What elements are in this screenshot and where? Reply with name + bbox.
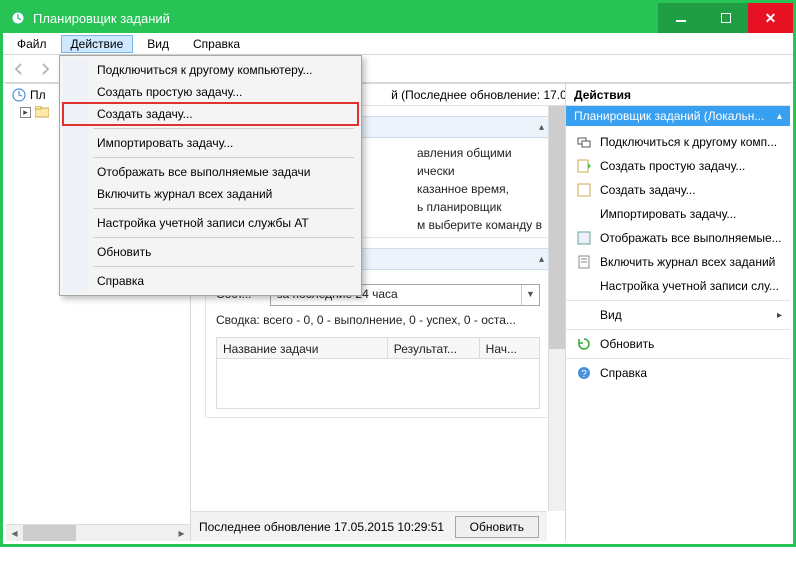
log-icon (576, 254, 592, 270)
menu-item-help[interactable]: Справка (63, 270, 358, 292)
task-icon (576, 182, 592, 198)
action-label: Включить журнал всех заданий (600, 255, 775, 269)
action-label: Справка (600, 366, 647, 380)
action-label: Настройка учетной записи слу... (600, 279, 779, 293)
refresh-button[interactable]: Обновить (455, 516, 539, 538)
nav-forward-button[interactable] (33, 58, 57, 80)
menu-item-connect[interactable]: Подключиться к другому компьютеру... (63, 59, 358, 81)
app-window: Планировщик заданий ✕ Файл Действие Вид … (0, 0, 796, 547)
col-result[interactable]: Результат... (388, 338, 480, 358)
action-import-task[interactable]: Импортировать задачу... (566, 202, 790, 226)
menu-item-create-basic-task[interactable]: Создать простую задачу... (63, 81, 358, 103)
dropdown-separator (93, 128, 354, 129)
overview-text-1: авления общими (417, 144, 542, 162)
blank-icon (576, 278, 592, 294)
app-icon (9, 9, 27, 27)
menu-file[interactable]: Файл (7, 35, 57, 53)
col-task-name[interactable]: Название задачи (217, 338, 388, 358)
action-label: Отображать все выполняемые... (600, 231, 782, 245)
basic-task-icon (576, 158, 592, 174)
menu-item-at-account[interactable]: Настройка учетной записи службы АТ (63, 212, 358, 234)
summary-header-text: й (Последнее обновление: 17.05.2 (391, 88, 565, 102)
expand-icon[interactable]: ▸ (20, 107, 31, 118)
action-view[interactable]: Вид ▸ (566, 303, 790, 330)
menu-item-enable-log[interactable]: Включить журнал всех заданий (63, 183, 358, 205)
help-icon: ? (576, 365, 592, 381)
overview-text-3: казанное время, (417, 180, 542, 198)
chevron-up-icon: ▴ (539, 254, 544, 265)
action-show-running[interactable]: Отображать все выполняемые... (566, 226, 790, 250)
vscroll-thumb[interactable] (549, 106, 565, 349)
dropdown-separator (93, 208, 354, 209)
window-title: Планировщик заданий (33, 11, 658, 26)
dropdown-separator (93, 157, 354, 158)
action-at-account[interactable]: Настройка учетной записи слу... (566, 274, 790, 301)
overview-text-4: ь планировщик (417, 198, 542, 216)
menu-item-create-task[interactable]: Создать задачу... (63, 103, 358, 125)
action-menu-dropdown: Подключиться к другому компьютеру... Соз… (59, 55, 362, 296)
action-label: Вид (600, 308, 622, 322)
status-text: Последнее обновление 17.05.2015 10:29:51 (199, 520, 444, 534)
actions-list: Подключиться к другому комп... Создать п… (566, 126, 790, 389)
actions-scope-header[interactable]: Планировщик заданий (Локальн... ▴ (566, 106, 790, 126)
maximize-button[interactable] (703, 3, 748, 33)
action-refresh[interactable]: Обновить (566, 332, 790, 359)
action-label: Импортировать задачу... (600, 207, 736, 221)
refresh-button-label: Обновить (470, 520, 524, 534)
scroll-right-button[interactable]: ▸ (173, 525, 190, 541)
blank-icon (576, 307, 592, 323)
refresh-icon (576, 336, 592, 352)
dropdown-separator (93, 266, 354, 267)
import-icon (576, 206, 592, 222)
menu-item-import-task[interactable]: Импортировать задачу... (63, 132, 358, 154)
scroll-track[interactable] (23, 525, 173, 541)
folder-icon (35, 106, 49, 118)
col-start[interactable]: Нач... (480, 338, 539, 358)
summary-statusbar: Последнее обновление 17.05.2015 10:29:51… (191, 511, 547, 541)
action-enable-log[interactable]: Включить журнал всех заданий (566, 250, 790, 274)
menubar: Файл Действие Вид Справка (3, 33, 793, 55)
connect-icon (576, 134, 592, 150)
svg-text:?: ? (581, 369, 587, 380)
scroll-thumb[interactable] (23, 525, 76, 541)
minimize-button[interactable] (658, 3, 703, 33)
actions-panel-title: Действия (566, 84, 790, 106)
clock-icon (12, 88, 26, 102)
action-label: Обновить (600, 337, 654, 351)
menu-item-show-running[interactable]: Отображать все выполняемые задачи (63, 161, 358, 183)
window-buttons: ✕ (658, 3, 793, 33)
menu-help[interactable]: Справка (183, 35, 250, 53)
task-column-headers: Название задачи Результат... Нач... (216, 337, 540, 359)
tree-scrollbar-horizontal[interactable]: ◂ ▸ (6, 524, 190, 541)
menu-item-refresh[interactable]: Обновить (63, 241, 358, 263)
task-list-empty (216, 359, 540, 409)
chevron-up-icon: ▴ (539, 122, 544, 133)
action-create-basic-task[interactable]: Создать простую задачу... (566, 154, 790, 178)
action-label: Создать простую задачу... (600, 159, 745, 173)
actions-pane: Действия Планировщик заданий (Локальн...… (565, 84, 790, 541)
chevron-up-icon: ▴ (777, 111, 782, 122)
action-label: Создать задачу... (600, 183, 696, 197)
close-button[interactable]: ✕ (748, 3, 793, 33)
overview-text-5: м выберите команду в (417, 216, 542, 234)
running-icon (576, 230, 592, 246)
actions-scope-label: Планировщик заданий (Локальн... (574, 109, 764, 123)
chevron-right-icon: ▸ (777, 310, 782, 321)
nav-back-button[interactable] (7, 58, 31, 80)
dropdown-separator (93, 237, 354, 238)
action-help[interactable]: ? Справка (566, 361, 790, 385)
action-create-task[interactable]: Создать задачу... (566, 178, 790, 202)
summary-scrollbar-vertical[interactable] (548, 106, 565, 511)
titlebar: Планировщик заданий ✕ (3, 3, 793, 33)
state-summary: Сводка: всего - 0, 0 - выполнение, 0 - у… (216, 312, 540, 329)
action-label: Подключиться к другому комп... (600, 135, 777, 149)
menu-action[interactable]: Действие (61, 35, 134, 53)
menu-view[interactable]: Вид (137, 35, 179, 53)
tree-root-label: Пл (30, 88, 46, 102)
overview-text-2: ически (417, 162, 542, 180)
scroll-left-button[interactable]: ◂ (6, 525, 23, 541)
chevron-down-icon: ▼ (521, 285, 539, 305)
action-connect[interactable]: Подключиться к другому комп... (566, 130, 790, 154)
